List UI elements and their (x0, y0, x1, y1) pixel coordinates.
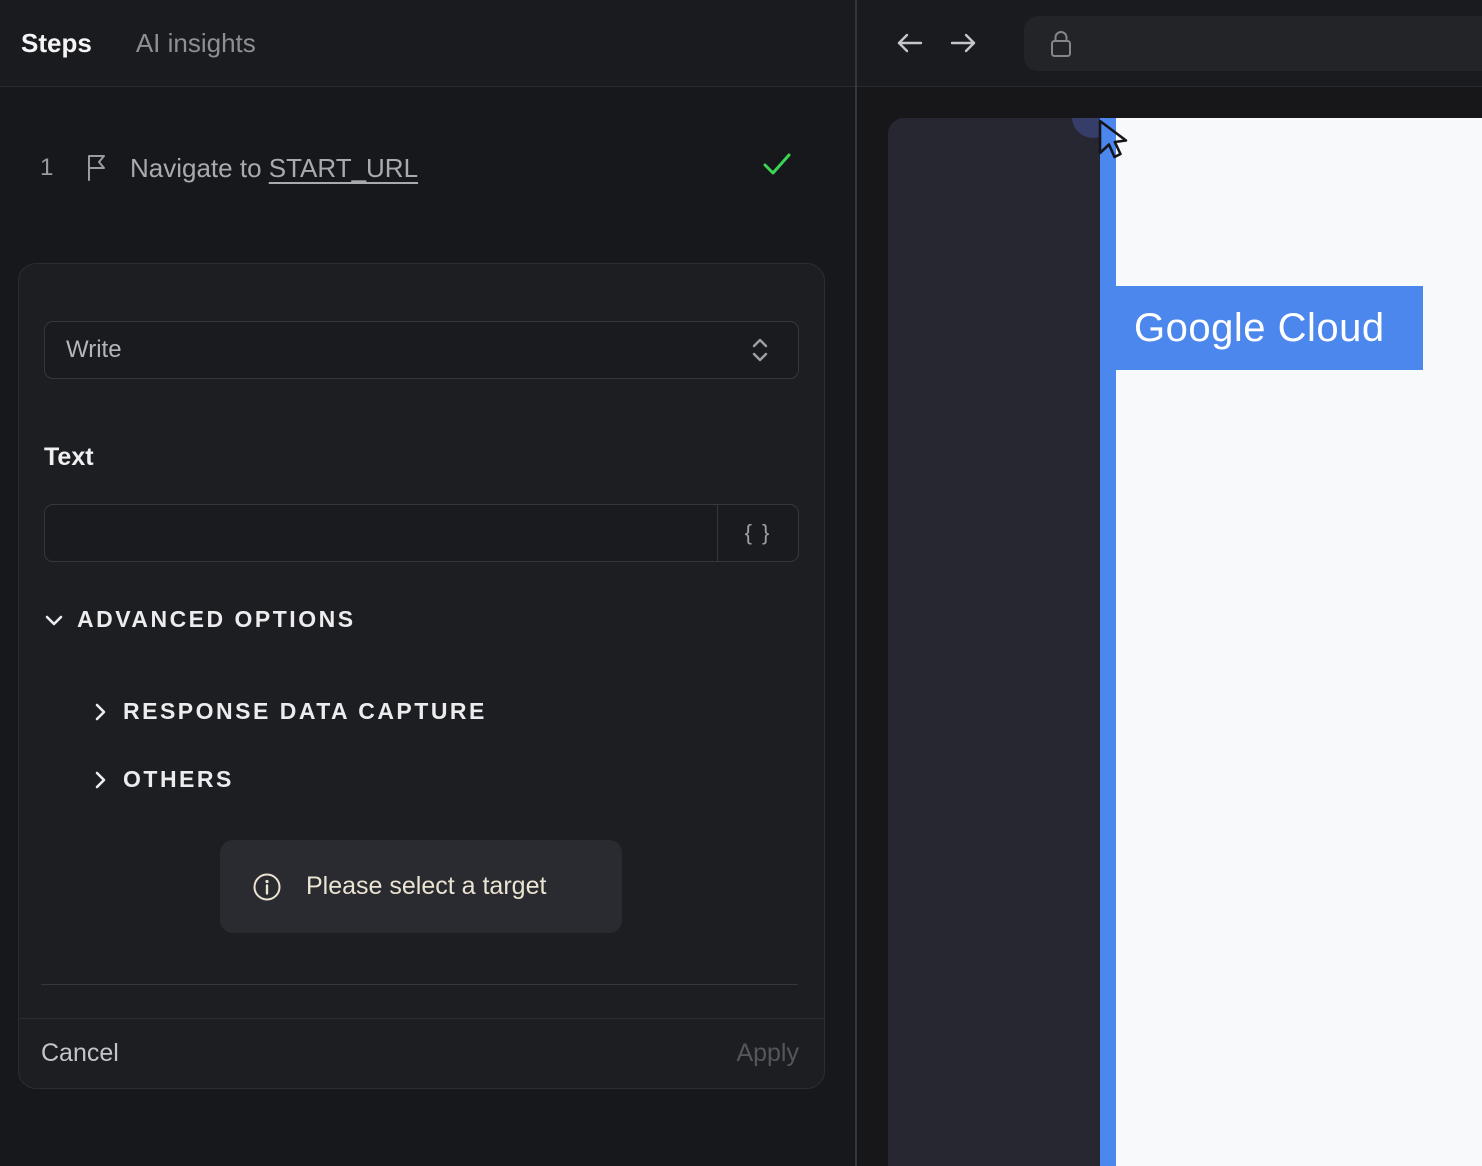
lock-icon (1048, 29, 1074, 59)
back-button[interactable] (893, 28, 925, 63)
action-type-value: Write (66, 336, 122, 363)
step-row[interactable]: 1 Navigate to START_URL (0, 148, 855, 188)
action-type-select[interactable]: Write (44, 321, 799, 379)
text-field: { } (44, 504, 799, 562)
chevron-down-icon (45, 615, 63, 625)
tab-steps[interactable]: Steps (21, 28, 92, 59)
notice-text: Please select a target (306, 872, 547, 900)
response-data-capture-toggle[interactable]: RESPONSE DATA CAPTURE (91, 698, 487, 725)
step-number: 1 (40, 154, 54, 181)
select-updown-icon (749, 336, 771, 364)
highlighted-google-cloud-element[interactable]: Google Cloud (1115, 286, 1423, 370)
forward-button[interactable] (948, 28, 980, 63)
response-data-capture-label: RESPONSE DATA CAPTURE (123, 698, 487, 724)
step-action-text: Navigate to (130, 152, 269, 183)
apply-button[interactable]: Apply (736, 1039, 799, 1068)
mouse-cursor-icon (1097, 119, 1139, 170)
editor-footer: Cancel Apply (19, 1018, 824, 1088)
url-input[interactable] (1074, 30, 1482, 57)
steps-panel: Steps AI insights 1 Navigate to START_UR… (0, 0, 857, 1166)
tab-ai-insights[interactable]: AI insights (136, 28, 256, 59)
chevron-right-icon (95, 703, 106, 720)
step-label[interactable]: Navigate to START_URL (130, 153, 418, 184)
chevron-right-icon (95, 771, 106, 788)
others-toggle[interactable]: OTHERS (91, 766, 234, 793)
select-target-notice: Please select a target (220, 840, 622, 933)
highlighted-sidebar-element[interactable] (1100, 118, 1116, 1166)
app-root: Steps AI insights 1 Navigate to START_UR… (0, 0, 1482, 1166)
browser-panel: Google Cloud (857, 0, 1482, 1166)
advanced-options-toggle[interactable]: ADVANCED OPTIONS (44, 606, 356, 633)
cancel-button[interactable]: Cancel (41, 1039, 119, 1068)
url-bar[interactable] (1024, 16, 1482, 71)
webpage-background[interactable] (1116, 118, 1482, 1166)
google-cloud-logo-text: Google Cloud (1134, 305, 1385, 350)
card-divider (41, 984, 798, 985)
info-icon (252, 872, 282, 902)
flag-icon (84, 153, 110, 183)
step-success-check-icon (761, 150, 793, 185)
others-label: OTHERS (123, 766, 234, 792)
text-field-label: Text (44, 443, 94, 471)
browser-toolbar (857, 0, 1482, 87)
left-topbar: Steps AI insights (0, 0, 855, 87)
browser-viewport[interactable]: Google Cloud (888, 118, 1482, 1166)
advanced-options-label: ADVANCED OPTIONS (77, 606, 356, 632)
step-editor-card: Write Text { } ADVANCED OPTIONS RESPONSE… (18, 263, 825, 1089)
text-input[interactable] (45, 505, 717, 561)
step-target-link[interactable]: START_URL (269, 153, 418, 183)
insert-variable-button[interactable]: { } (717, 505, 798, 561)
